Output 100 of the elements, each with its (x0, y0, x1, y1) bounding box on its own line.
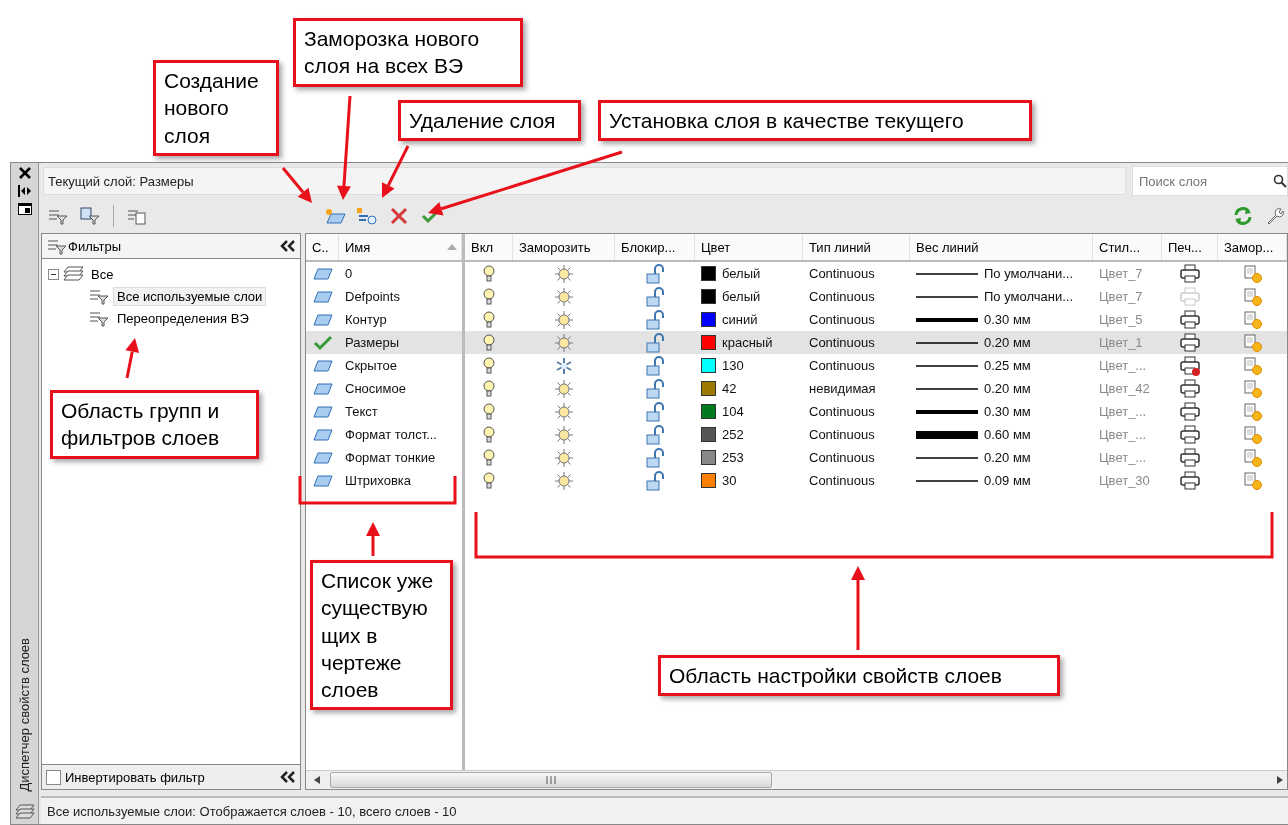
snowflake-icon[interactable] (554, 355, 574, 376)
printer-icon[interactable] (1179, 355, 1201, 376)
layer-row[interactable]: Размеры (306, 331, 462, 354)
printer-icon[interactable] (1179, 424, 1201, 445)
unlocked-padlock-icon[interactable] (645, 424, 665, 445)
printer-icon[interactable] (1179, 378, 1201, 399)
scroll-thumb[interactable] (330, 772, 772, 788)
column-header[interactable]: Заморозить (513, 234, 615, 260)
linetype[interactable]: Continuous (803, 446, 910, 469)
linetype[interactable]: Continuous (803, 262, 910, 285)
scroll-left-icon[interactable] (314, 776, 320, 784)
printer-icon[interactable] (1179, 263, 1201, 284)
search-field[interactable]: Поиск слоя (1132, 166, 1288, 196)
linetype[interactable]: Continuous (803, 400, 910, 423)
viewport-sun-icon[interactable] (1242, 263, 1263, 284)
lightbulb-icon[interactable] (483, 379, 495, 398)
lineweight: 0.25 мм (984, 358, 1031, 373)
lightbulb-icon[interactable] (483, 448, 495, 467)
unlocked-padlock-icon[interactable] (645, 470, 665, 491)
column-header[interactable]: Стил... (1093, 234, 1162, 260)
close-icon[interactable] (18, 167, 31, 179)
column-header[interactable]: Замор... (1218, 234, 1287, 260)
lightbulb-icon[interactable] (483, 356, 495, 375)
linetype[interactable]: Continuous (803, 331, 910, 354)
dock-toggle-icon[interactable] (17, 185, 32, 197)
color-swatch[interactable] (701, 266, 716, 281)
horizontal-scrollbar[interactable] (306, 770, 1287, 789)
viewport-sun-icon[interactable] (1242, 332, 1263, 353)
color-swatch[interactable] (701, 473, 716, 488)
lightbulb-icon[interactable] (483, 287, 495, 306)
color-swatch[interactable] (701, 335, 716, 350)
sun-icon[interactable] (554, 378, 574, 399)
viewport-sun-icon[interactable] (1242, 286, 1263, 307)
linetype[interactable]: невидимая (803, 377, 910, 400)
lightbulb-icon[interactable] (483, 402, 495, 421)
collapse-icon[interactable] (280, 771, 296, 783)
unlocked-padlock-icon[interactable] (645, 401, 665, 422)
unlocked-padlock-icon[interactable] (645, 447, 665, 468)
unlocked-padlock-icon[interactable] (645, 263, 665, 284)
printer-icon[interactable] (1179, 332, 1201, 353)
sort-ascending-icon (447, 244, 457, 250)
linetype[interactable]: Continuous (803, 285, 910, 308)
properties-icon[interactable] (17, 203, 32, 215)
printer-icon[interactable] (1179, 470, 1201, 491)
sun-icon[interactable] (554, 309, 574, 330)
viewport-sun-icon[interactable] (1242, 470, 1263, 491)
printer-icon[interactable] (1179, 447, 1201, 468)
tree-item[interactable]: Все (87, 264, 118, 284)
color-swatch[interactable] (701, 358, 716, 373)
viewport-sun-icon[interactable] (1242, 309, 1263, 330)
viewport-sun-icon[interactable] (1242, 378, 1263, 399)
layer-name: Defpoints (344, 288, 401, 306)
color-swatch[interactable] (701, 404, 716, 419)
lightbulb-icon[interactable] (483, 310, 495, 329)
tree-item[interactable]: Переопределения ВЭ (113, 308, 253, 328)
sun-icon[interactable] (554, 470, 574, 491)
linetype[interactable]: Continuous (803, 308, 910, 331)
column-header[interactable]: Тип линий (803, 234, 910, 260)
printer-icon[interactable] (1179, 309, 1201, 330)
sun-icon[interactable] (554, 401, 574, 422)
column-header[interactable]: Вес линий (910, 234, 1093, 260)
column-header[interactable]: Печ... (1162, 234, 1218, 260)
unlocked-padlock-icon[interactable] (645, 332, 665, 353)
lightbulb-icon[interactable] (483, 425, 495, 444)
collapse-toggle-icon[interactable] (48, 268, 59, 280)
column-header[interactable]: Блокир... (615, 234, 695, 260)
sun-icon[interactable] (554, 447, 574, 468)
scroll-right-icon[interactable] (1277, 776, 1283, 784)
unlocked-padlock-icon[interactable] (645, 378, 665, 399)
column-header[interactable]: С.. (306, 234, 339, 260)
viewport-sun-icon[interactable] (1242, 424, 1263, 445)
sun-icon[interactable] (554, 424, 574, 445)
lightbulb-icon[interactable] (483, 264, 495, 283)
linetype[interactable]: Continuous (803, 423, 910, 446)
linetype[interactable]: Continuous (803, 354, 910, 377)
unlocked-padlock-icon[interactable] (645, 309, 665, 330)
sun-icon[interactable] (554, 263, 574, 284)
sun-icon[interactable] (554, 286, 574, 307)
color-swatch[interactable] (701, 312, 716, 327)
layer-row[interactable]: красный Continuous 0.20 мм Цвет_1 (465, 331, 1287, 354)
color-swatch[interactable] (701, 289, 716, 304)
viewport-sun-icon[interactable] (1242, 355, 1263, 376)
tree-item[interactable]: Все используемые слои (113, 286, 267, 306)
unlocked-padlock-icon[interactable] (645, 286, 665, 307)
color-swatch[interactable] (701, 450, 716, 465)
lightbulb-icon[interactable] (483, 471, 495, 490)
color-swatch[interactable] (701, 427, 716, 442)
lightbulb-icon[interactable] (483, 333, 495, 352)
linetype[interactable]: Continuous (803, 469, 910, 492)
checkbox[interactable] (46, 769, 61, 785)
viewport-sun-icon[interactable] (1242, 401, 1263, 422)
collapse-icon[interactable] (280, 240, 296, 252)
column-header[interactable]: Имя (339, 234, 462, 260)
printer-icon[interactable] (1179, 401, 1201, 422)
viewport-sun-icon[interactable] (1242, 447, 1263, 468)
sun-icon[interactable] (554, 332, 574, 353)
column-header[interactable]: Цвет (695, 234, 803, 260)
unlocked-padlock-icon[interactable] (645, 355, 665, 376)
color-swatch[interactable] (701, 381, 716, 396)
column-header[interactable]: Вкл (465, 234, 513, 260)
